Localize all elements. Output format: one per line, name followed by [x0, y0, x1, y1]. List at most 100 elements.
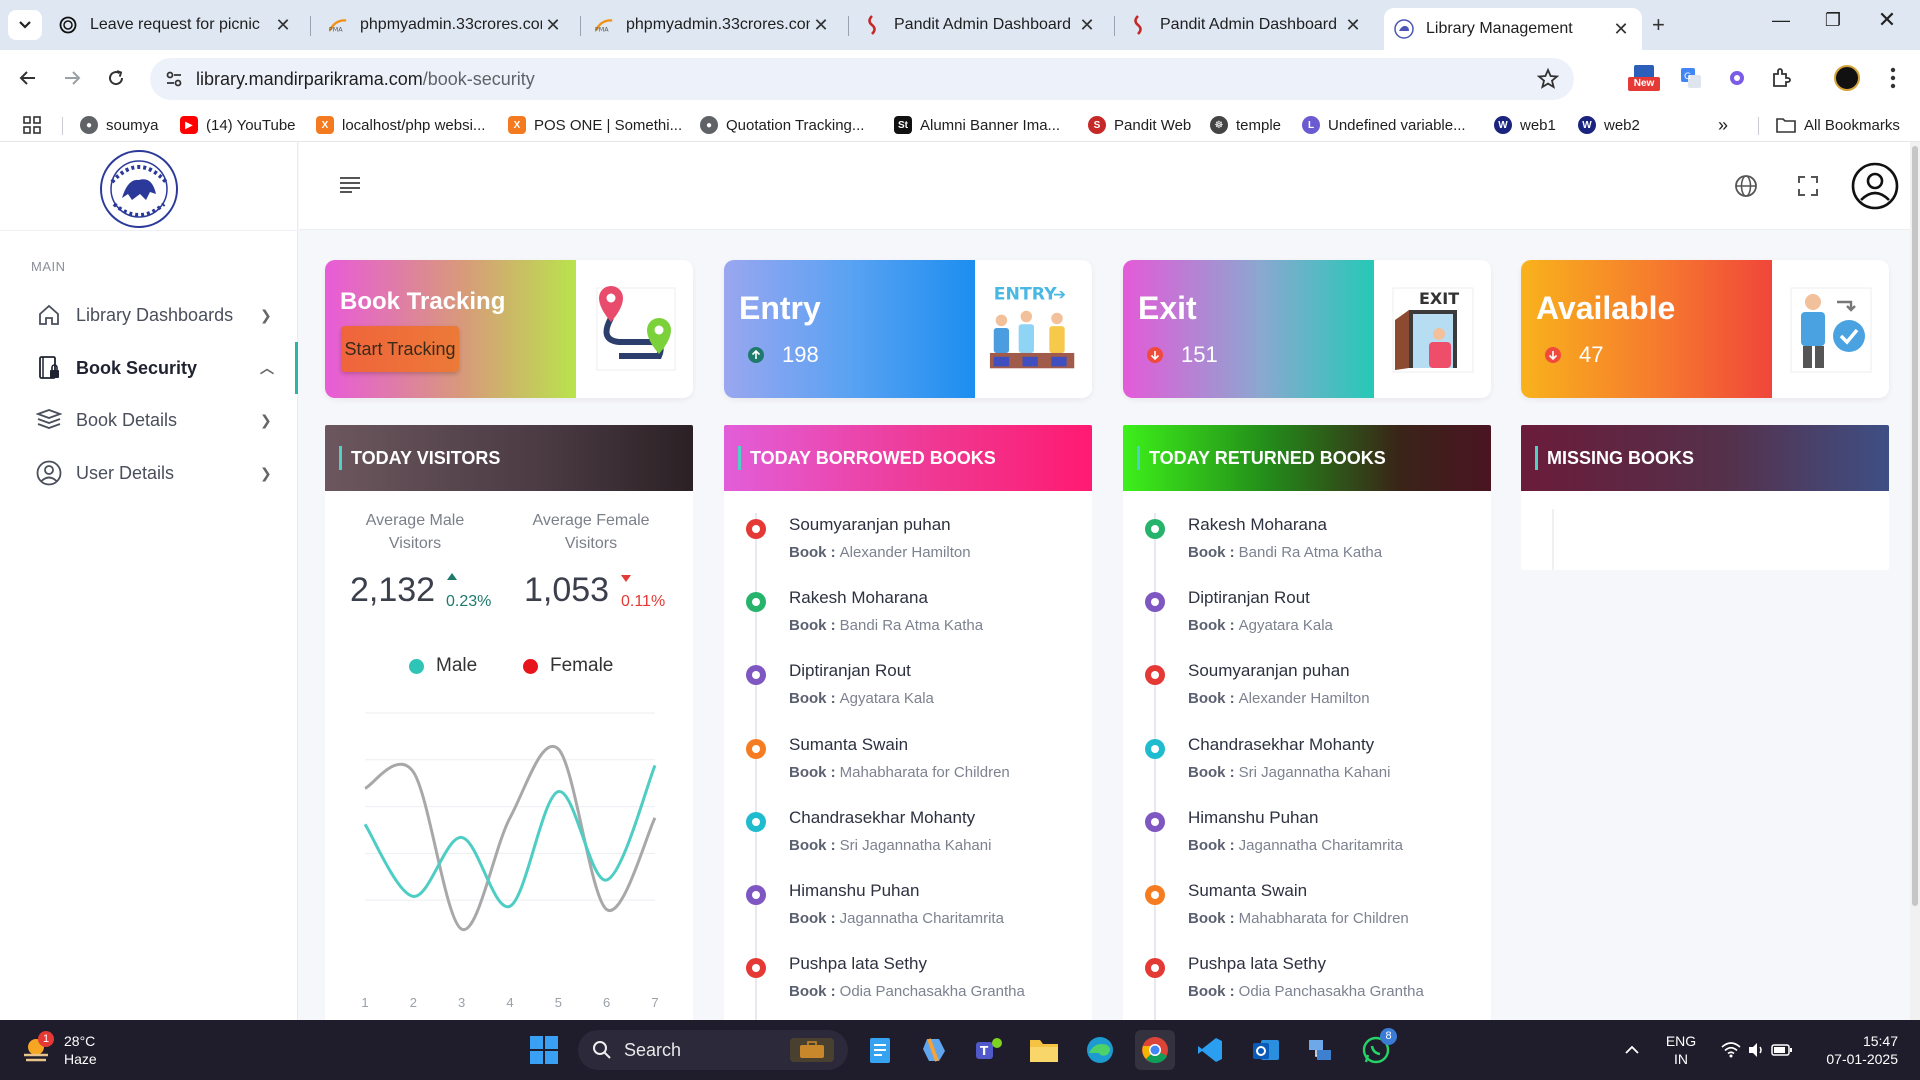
- more-bookmarks-chevron-icon[interactable]: »: [1718, 114, 1728, 136]
- member-name: Sumanta Swain: [789, 734, 909, 754]
- notepad-icon[interactable]: [860, 1030, 900, 1070]
- tab-search-button[interactable]: [8, 10, 42, 40]
- site-info-icon[interactable]: [164, 69, 184, 94]
- odisha-emblem-logo[interactable]: [98, 148, 180, 230]
- address-bar[interactable]: library.mandirparikrama.com/book-securit…: [150, 58, 1574, 100]
- fullscreen-icon[interactable]: [1795, 173, 1821, 199]
- female-stats: Average Female Visitors 1,053 0.11%: [501, 509, 681, 610]
- tab-close-icon[interactable]: ✕: [1342, 15, 1364, 36]
- tab-close-icon[interactable]: ✕: [1076, 15, 1098, 36]
- browser-tab[interactable]: PMA phpmyadmin.33crores.com ✕: [318, 8, 574, 42]
- bookmark-item[interactable]: Wweb2: [1578, 114, 1640, 136]
- reload-button[interactable]: [100, 62, 132, 94]
- menu-toggle-icon[interactable]: [337, 172, 363, 198]
- minimize-icon[interactable]: —: [1766, 10, 1796, 31]
- tab-close-icon[interactable]: ✕: [542, 15, 564, 36]
- page-scrollbar[interactable]: [1910, 142, 1920, 1020]
- timeline-item[interactable]: Rakesh Moharana Book : Bandi Ra Atma Katha: [724, 586, 1092, 659]
- timeline-item[interactable]: Chandrasekhar Mohanty Book : Sri Jagannath…: [1123, 733, 1491, 806]
- language-indicator[interactable]: ENG IN: [1664, 1032, 1698, 1068]
- tab-close-icon[interactable]: ✕: [1610, 19, 1632, 40]
- tab-close-icon[interactable]: ✕: [810, 15, 832, 36]
- edge-icon[interactable]: [1080, 1030, 1120, 1070]
- close-window-icon[interactable]: ✕: [1872, 7, 1902, 33]
- timeline-item[interactable]: Sumanta Swain Book : Mahabharata for Child…: [1123, 879, 1491, 952]
- restore-icon[interactable]: ❐: [1818, 10, 1848, 31]
- bookmark-item[interactable]: ● soumya: [80, 114, 159, 136]
- forward-button[interactable]: [56, 62, 88, 94]
- apps-grid-icon[interactable]: [22, 114, 42, 136]
- sidebar-item-library-dashboards[interactable]: Library Dashboards ❯: [36, 297, 276, 333]
- timeline-item[interactable]: Rakesh Moharana Book : Bandi Ra Atma Katha: [1123, 513, 1491, 586]
- status-dot-center: [1151, 525, 1159, 533]
- female-value: 1,053: [524, 571, 610, 609]
- tab-close-icon[interactable]: ✕: [272, 15, 294, 36]
- available-count: 47: [1545, 342, 1603, 368]
- browser-menu-icon[interactable]: [1880, 65, 1906, 91]
- network-tool-icon[interactable]: [1300, 1030, 1340, 1070]
- arrow-down-icon: [1147, 347, 1163, 363]
- timeline-item[interactable]: Diptiranjan Rout Book : Agyatara Kala: [1123, 586, 1491, 659]
- sidebar-item-book-details[interactable]: Book Details ❯: [36, 402, 276, 438]
- taskbar-search[interactable]: Search: [578, 1030, 848, 1070]
- timeline-item[interactable]: Pushpa lata Sethy Book : Odia Panchasakha …: [1123, 952, 1491, 1020]
- bookmark-item[interactable]: St Alumni Banner Ima...: [894, 114, 1060, 136]
- extension-new-icon[interactable]: New: [1628, 65, 1660, 91]
- bookmark-item[interactable]: Xlocalhost/php websi...: [316, 114, 485, 136]
- back-button[interactable]: [12, 62, 44, 94]
- translate-extension-icon[interactable]: G: [1678, 65, 1704, 91]
- bookmark-item[interactable]: Wweb1: [1494, 114, 1556, 136]
- clock[interactable]: 15:47 07-01-2025: [1810, 1032, 1898, 1068]
- whatsapp-icon[interactable]: 8: [1356, 1028, 1397, 1070]
- extensions-puzzle-icon[interactable]: [1768, 65, 1794, 91]
- timeline-item[interactable]: Pushpa lata Sethy Book : Odia Panchasakha …: [724, 952, 1092, 1020]
- new-tab-button[interactable]: +: [1652, 12, 1665, 38]
- bookmark-star-icon[interactable]: [1536, 67, 1560, 96]
- timeline-item[interactable]: Soumyaranjan puhan Book : Alexander Hamilt…: [1123, 659, 1491, 732]
- x-tick-label: 4: [506, 995, 513, 1010]
- profile-avatar[interactable]: [1834, 65, 1860, 91]
- all-bookmarks-button[interactable]: All Bookmarks: [1776, 114, 1900, 136]
- language-globe-icon[interactable]: [1733, 173, 1759, 199]
- timeline-item[interactable]: Himanshu Puhan Book : Jagannatha Charitamr…: [1123, 806, 1491, 879]
- bookmark-item[interactable]: ▶ (14) YouTube: [180, 114, 296, 136]
- outlook-icon[interactable]: [1246, 1030, 1286, 1070]
- vscode-icon[interactable]: [1190, 1030, 1230, 1070]
- windows-start-icon[interactable]: [524, 1030, 564, 1070]
- bookmark-item[interactable]: ● Quotation Tracking...: [700, 114, 864, 136]
- show-hidden-icons-chevron[interactable]: [1612, 1030, 1652, 1070]
- legend-female[interactable]: Female: [523, 655, 613, 677]
- timeline-item[interactable]: Chandrasekhar Mohanty Book : Sri Jagannath…: [724, 806, 1092, 879]
- legend-male[interactable]: Male: [409, 655, 477, 677]
- browser-tab[interactable]: Leave request for picnic ✕: [48, 8, 304, 42]
- sidebar-item-user-details[interactable]: User Details ❯: [36, 455, 276, 491]
- youtube-icon: ▶: [180, 116, 198, 134]
- weather-widget[interactable]: 1 28°C Haze: [20, 1030, 140, 1070]
- browser-tab[interactable]: Library Management ✕: [1384, 8, 1642, 50]
- user-profile-icon[interactable]: [1851, 162, 1899, 210]
- bookmark-item[interactable]: X POS ONE | Somethi...: [508, 114, 682, 136]
- teams-icon[interactable]: T: [968, 1030, 1008, 1070]
- sidebar-item-book-security[interactable]: Book Security ︿: [36, 350, 276, 386]
- system-tray[interactable]: [1712, 1030, 1802, 1070]
- timeline-item[interactable]: Himanshu Puhan Book : Jagannatha Charitamr…: [724, 879, 1092, 952]
- timeline-item[interactable]: Sumanta Swain Book : Mahabharata for Child…: [724, 733, 1092, 806]
- windows-taskbar: 1 28°C Haze Search T 8 ENG IN 15:47 07-0…: [0, 1020, 1920, 1080]
- scrollbar-thumb[interactable]: [1912, 146, 1918, 906]
- gear-extension-icon[interactable]: [1724, 65, 1750, 91]
- bookmark-item[interactable]: L Undefined variable...: [1302, 114, 1466, 136]
- book-line: Book : Sri Jagannatha Kahani: [1188, 764, 1390, 781]
- file-explorer-icon[interactable]: [1024, 1030, 1064, 1070]
- timeline-item[interactable]: Diptiranjan Rout Book : Agyatara Kala: [724, 659, 1092, 732]
- bookmark-item[interactable]: ☸ temple: [1210, 114, 1281, 136]
- browser-tab[interactable]: Pandit Admin Dashboard ✕: [852, 8, 1108, 42]
- start-tracking-button[interactable]: Start Tracking: [341, 326, 459, 372]
- chrome-icon[interactable]: [1135, 1030, 1175, 1070]
- copilot-icon[interactable]: [914, 1030, 954, 1070]
- bookmark-item[interactable]: S Pandit Web: [1088, 114, 1191, 136]
- bookmark-label: Alumni Banner Ima...: [920, 116, 1061, 134]
- browser-tab[interactable]: PMA phpmyadmin.33crores.com ✕: [584, 8, 842, 42]
- extension-new-badge: New: [1628, 77, 1660, 91]
- timeline-item[interactable]: Soumyaranjan puhan Book : Alexander Hamilt…: [724, 513, 1092, 586]
- browser-tab[interactable]: Pandit Admin Dashboard ✕: [1118, 8, 1374, 42]
